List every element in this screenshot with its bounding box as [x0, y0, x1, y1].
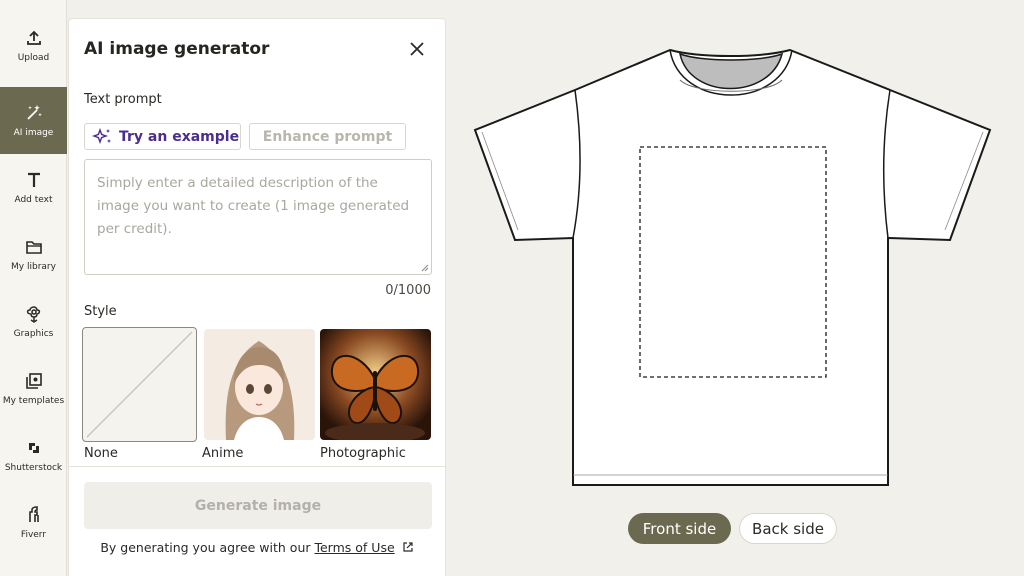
front-side-button[interactable]: Front side [628, 513, 731, 544]
rail-label-add-text: Add text [14, 194, 53, 205]
style-option-anime[interactable] [204, 329, 315, 440]
none-style-slash [86, 331, 193, 438]
prompt-input[interactable]: Simply enter a detailed description of t… [84, 159, 432, 275]
try-example-button[interactable]: Try an example [84, 123, 241, 150]
butterfly-photo-thumbnail [320, 329, 431, 440]
rail-label-my-templates: My templates [2, 395, 65, 406]
rail-item-upload[interactable]: Upload [0, 12, 67, 79]
text-icon [27, 172, 40, 187]
enhance-prompt-label: Enhance prompt [262, 128, 393, 145]
resize-grip-icon[interactable] [421, 264, 429, 272]
rail-item-ai-image[interactable]: AI image [0, 87, 67, 154]
rail-item-shutterstock[interactable]: Shutterstock [0, 422, 67, 489]
front-side-label: Front side [642, 519, 717, 538]
flower-icon [26, 305, 40, 323]
terms-prefix: By generating you agree with our [100, 540, 315, 555]
character-counter: 0/1000 [385, 283, 431, 298]
back-side-button[interactable]: Back side [739, 513, 837, 544]
style-option-photographic[interactable] [320, 329, 431, 440]
fiverr-icon [28, 505, 39, 522]
text-prompt-label: Text prompt [84, 92, 162, 107]
style-option-none[interactable] [82, 327, 197, 442]
rail-item-graphics[interactable]: Graphics [0, 288, 67, 355]
style-name-none: None [84, 446, 118, 461]
anime-girl-thumbnail [204, 329, 315, 440]
style-name-anime: Anime [202, 446, 244, 461]
magic-wand-icon [26, 104, 42, 120]
tshirt-mockup [473, 48, 992, 486]
enhance-prompt-button[interactable]: Enhance prompt [249, 123, 406, 150]
generate-image-button[interactable]: Generate image [84, 482, 432, 529]
style-name-photographic: Photographic [320, 446, 406, 461]
close-icon[interactable] [409, 41, 425, 57]
panel-title: AI image generator [84, 39, 270, 59]
back-side-label: Back side [752, 519, 824, 538]
shutterstock-icon [28, 442, 39, 453]
try-example-label: Try an example [119, 128, 240, 145]
ai-image-generator-panel: AI image generator Text prompt Try an ex… [68, 18, 446, 576]
external-link-icon[interactable] [402, 541, 414, 553]
generate-image-label: Generate image [194, 497, 322, 514]
rail-label-shutterstock: Shutterstock [4, 462, 63, 473]
rail-label-fiverr: Fiverr [20, 529, 47, 540]
rail-label-ai-image: AI image [13, 127, 54, 138]
tshirt-body [473, 48, 992, 486]
style-label: Style [84, 304, 117, 319]
rail-item-my-templates[interactable]: My templates [0, 355, 67, 422]
panel-divider [69, 466, 445, 467]
rail-label-upload: Upload [17, 52, 50, 63]
rail-label-graphics: Graphics [13, 328, 54, 339]
left-toolbar: Upload AI image Add text My library Grap… [0, 0, 67, 576]
sparkle-icon [91, 127, 111, 144]
folder-icon [25, 240, 42, 254]
templates-icon [25, 372, 42, 389]
terms-notice: By generating you agree with our Terms o… [69, 540, 445, 555]
prompt-placeholder: Simply enter a detailed description of t… [97, 175, 410, 237]
terms-of-use-link[interactable]: Terms of Use [314, 540, 394, 555]
upload-icon [26, 30, 41, 45]
rail-label-my-library: My library [11, 261, 56, 272]
rail-item-my-library[interactable]: My library [0, 221, 67, 288]
rail-item-add-text[interactable]: Add text [0, 154, 67, 221]
rail-item-fiverr[interactable]: Fiverr [0, 489, 67, 556]
